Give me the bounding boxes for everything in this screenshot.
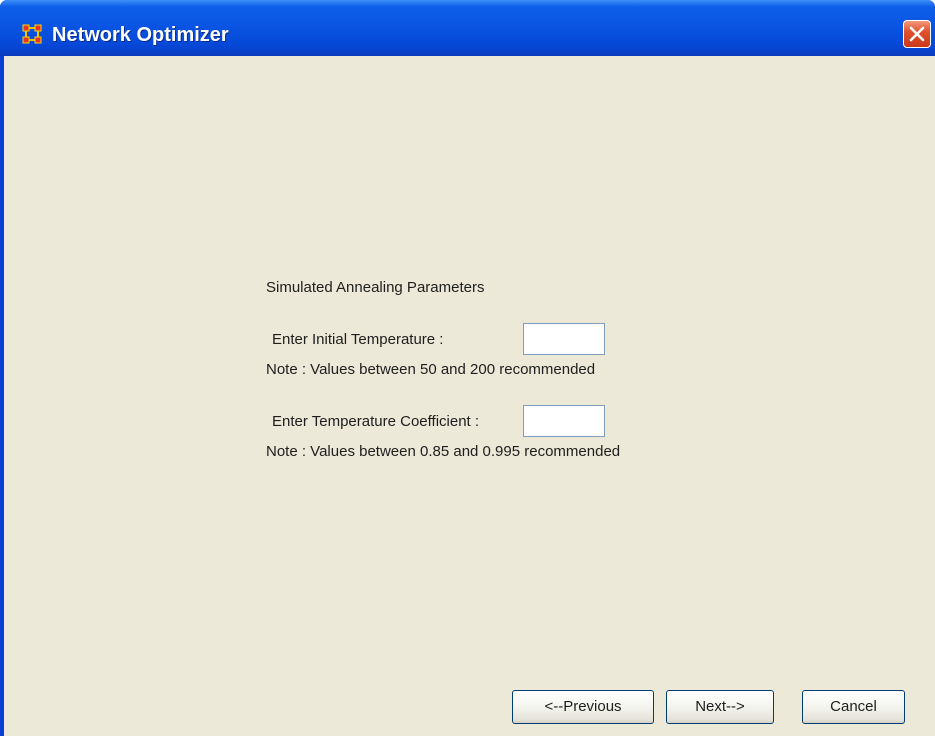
temperature-coefficient-input[interactable] <box>523 405 605 437</box>
initial-temperature-label: Enter Initial Temperature : <box>272 331 444 348</box>
dialog-content: Simulated Annealing Parameters Enter Ini… <box>4 56 935 736</box>
temperature-coefficient-note: Note : Values between 0.85 and 0.995 rec… <box>266 443 621 460</box>
title-bar[interactable]: Network Optimizer <box>0 0 935 56</box>
previous-button[interactable]: <--Previous <box>512 690 654 724</box>
next-button[interactable]: Next--> <box>666 690 774 724</box>
temperature-coefficient-label: Enter Temperature Coefficient : <box>272 413 480 430</box>
cancel-button[interactable]: Cancel <box>802 690 905 724</box>
close-button[interactable] <box>903 20 931 48</box>
initial-temperature-note: Note : Values between 50 and 200 recomme… <box>266 361 596 378</box>
network-nodes-icon <box>22 24 42 44</box>
close-icon <box>909 26 925 42</box>
network-optimizer-window: Network Optimizer Simulated Annealing Pa… <box>0 0 935 736</box>
initial-temperature-input[interactable] <box>523 323 605 355</box>
section-title: Simulated Annealing Parameters <box>266 279 485 296</box>
window-title: Network Optimizer <box>52 24 229 46</box>
